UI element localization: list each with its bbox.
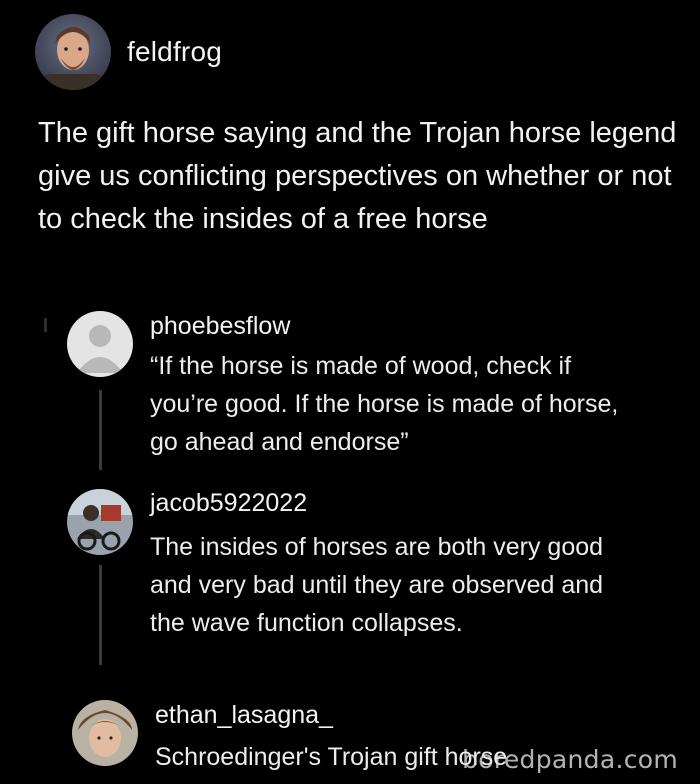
op-post-text: The gift horse saying and the Trojan hor… xyxy=(38,117,677,235)
thread-mark xyxy=(44,318,47,332)
reply-text: The insides of horses are both very good… xyxy=(150,533,604,637)
reply-avatar[interactable] xyxy=(67,489,133,555)
reply-username[interactable]: jacob5922022 xyxy=(150,489,307,518)
thread-line xyxy=(99,390,102,470)
avatar-photo-icon xyxy=(35,14,111,90)
thread-line xyxy=(99,565,102,665)
user-photo-icon xyxy=(72,700,138,766)
reply-username[interactable]: phoebesflow xyxy=(150,312,290,341)
op-avatar[interactable] xyxy=(35,14,111,90)
default-user-icon xyxy=(67,311,133,377)
user-photo-icon xyxy=(67,489,133,555)
op-username[interactable]: feldfrog xyxy=(127,36,222,68)
reply-username[interactable]: ethan_lasagna_ xyxy=(155,701,333,730)
reply-avatar[interactable] xyxy=(72,700,138,766)
watermark: boredpanda.com xyxy=(462,745,678,774)
reply-text: “If the horse is made of wood, check if … xyxy=(150,352,619,456)
reply-avatar[interactable] xyxy=(67,311,133,377)
